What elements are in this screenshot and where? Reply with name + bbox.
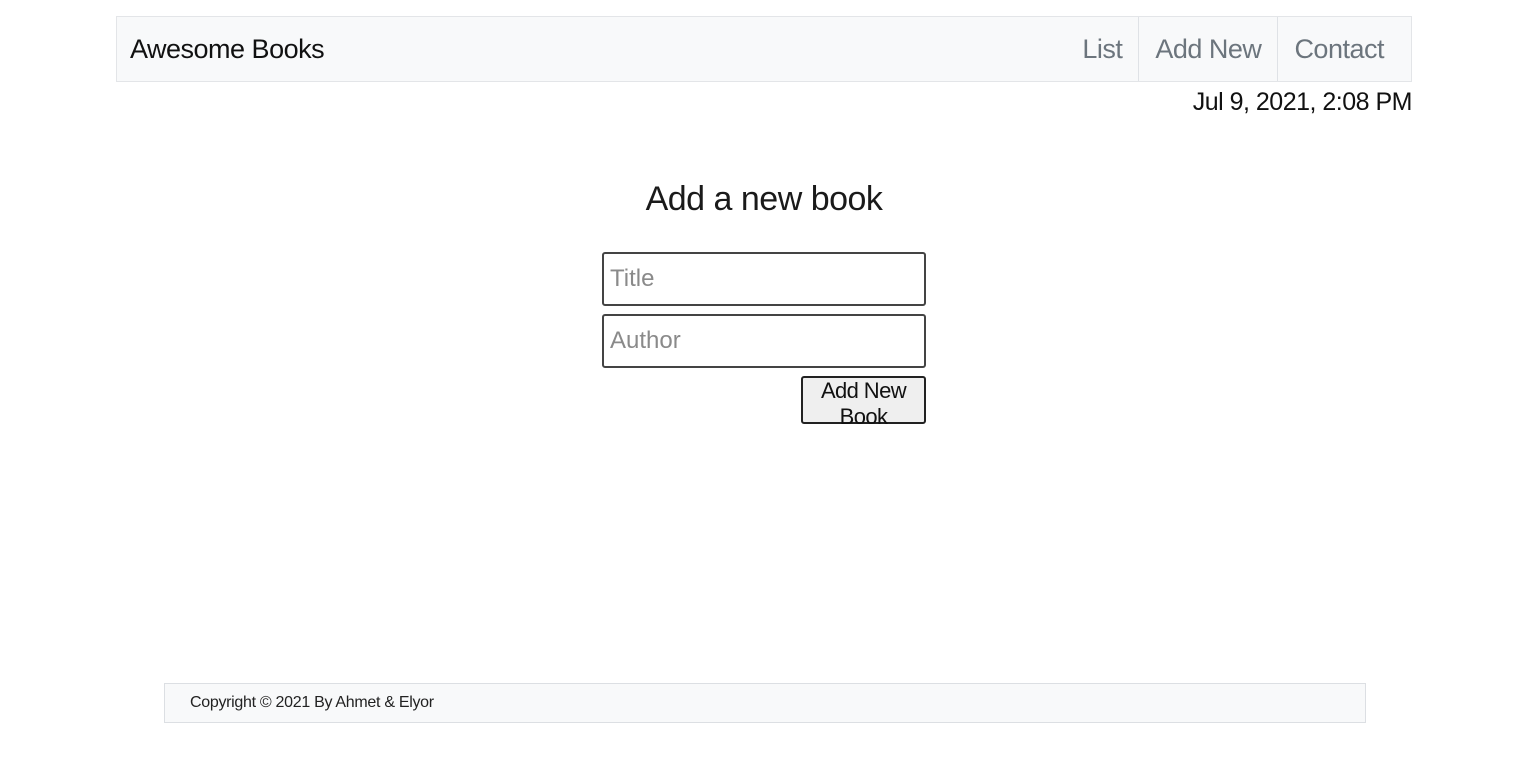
author-input[interactable] xyxy=(602,314,926,368)
navbar: Awesome Books List Add New Contact xyxy=(116,16,1412,82)
add-new-book-button[interactable]: Add New Book xyxy=(801,376,926,429)
nav-link-add-new[interactable]: Add New xyxy=(1138,17,1277,81)
title-input[interactable] xyxy=(602,252,926,306)
copyright-text: Copyright © 2021 By Ahmet & Elyor xyxy=(190,694,434,711)
brand-logo[interactable]: Awesome Books xyxy=(130,34,325,65)
nav-links: List Add New Contact xyxy=(1066,17,1411,81)
nav-link-contact[interactable]: Contact xyxy=(1277,17,1411,81)
current-datetime: Jul 9, 2021, 2:08 PM xyxy=(1192,88,1413,116)
nav-link-list[interactable]: List xyxy=(1066,17,1138,81)
footer: Copyright © 2021 By Ahmet & Elyor xyxy=(164,683,1366,723)
page-title: Add a new book xyxy=(645,180,883,218)
